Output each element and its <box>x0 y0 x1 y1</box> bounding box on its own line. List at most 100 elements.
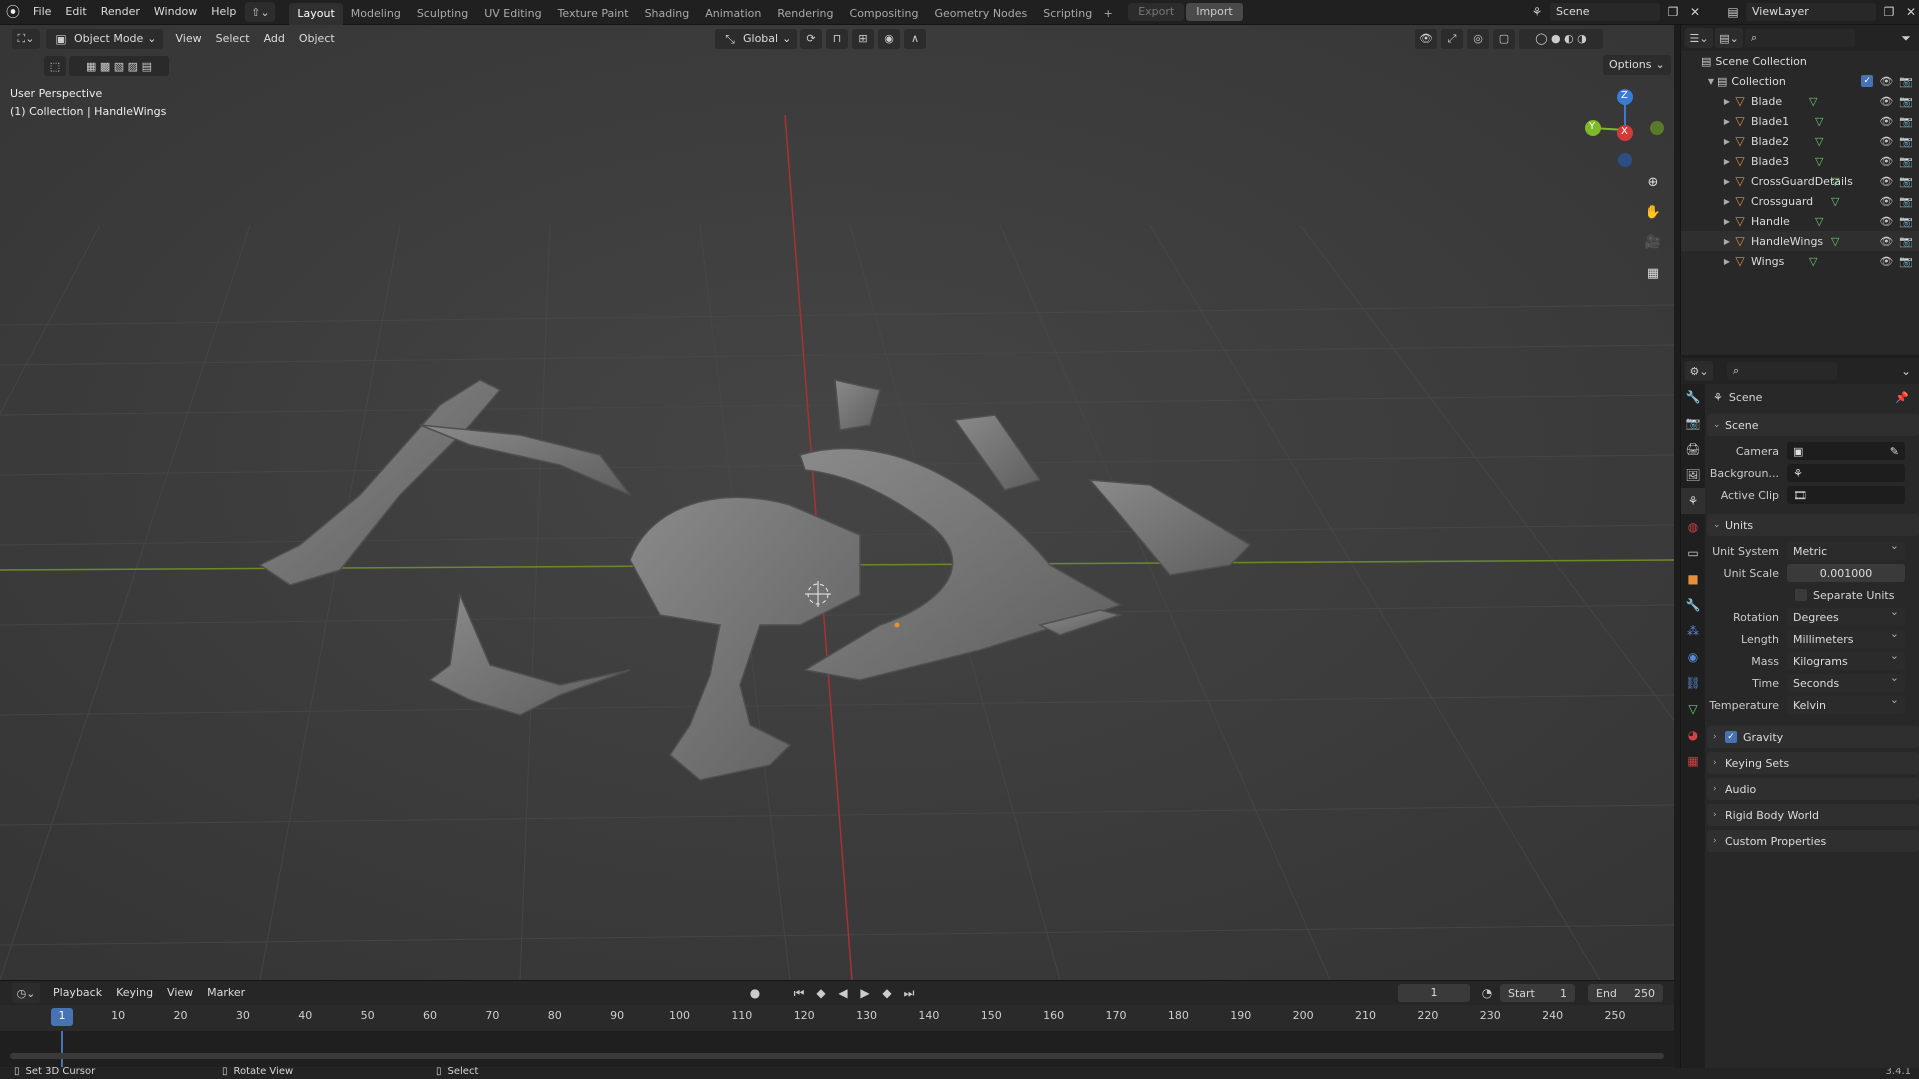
mesh-data-icon[interactable]: ▽ <box>1815 155 1823 168</box>
output-tab-icon[interactable]: 🖨 <box>1681 436 1705 462</box>
tab-modeling[interactable]: Modeling <box>343 3 409 25</box>
collection-tab-icon[interactable]: ▭ <box>1681 540 1705 566</box>
menu-select[interactable]: Select <box>209 29 257 49</box>
editor-type-icon[interactable]: ⛶⌄ <box>12 28 40 49</box>
eye-icon[interactable]: 👁 <box>1879 95 1893 108</box>
scene-panel-header[interactable]: ⌄ Scene <box>1707 414 1919 436</box>
camera-view-icon[interactable]: 🎥 <box>1641 230 1665 254</box>
timeline-track-area[interactable] <box>0 1031 1674 1067</box>
expand-triangle-icon[interactable]: ▼ <box>1705 77 1717 86</box>
snap-icon[interactable]: ⊓ <box>826 28 848 49</box>
prev-keyframe-icon[interactable]: ◆ <box>812 984 830 1002</box>
data-tab-icon[interactable]: ▽ <box>1681 696 1705 722</box>
export-button[interactable]: Export <box>1128 3 1185 21</box>
menu-window[interactable]: Window <box>147 2 204 22</box>
scene-icon[interactable]: ⚘ <box>1528 3 1546 21</box>
menu-add[interactable]: Add <box>257 29 292 49</box>
outliner-item[interactable]: ▶ ▽ Blade2 ▽ 👁 📷 <box>1681 131 1919 151</box>
new-scene-icon[interactable]: ❐ <box>1664 3 1682 21</box>
menu-marker[interactable]: Marker <box>200 983 252 1003</box>
mesh-data-icon[interactable]: ▽ <box>1831 195 1839 208</box>
end-frame-field[interactable]: End 250 <box>1588 984 1663 1002</box>
active-clip-field[interactable]: 🎞 <box>1787 486 1905 504</box>
camera-icon[interactable]: 📷 <box>1899 215 1913 228</box>
physics-tab-icon[interactable]: ◉ <box>1681 644 1705 670</box>
proportional-edit-icon[interactable]: ◉ <box>878 28 900 49</box>
play-reverse-icon[interactable]: ◀ <box>834 984 852 1002</box>
length-select[interactable]: Millimeters <box>1787 627 1905 648</box>
expand-triangle-icon[interactable]: ▶ <box>1721 177 1733 186</box>
eye-icon[interactable]: 👁 <box>1879 115 1893 128</box>
expand-triangle-icon[interactable]: ▶ <box>1721 157 1733 166</box>
expand-triangle-icon[interactable]: ▶ <box>1721 217 1733 226</box>
render-tab-icon[interactable]: 📷 <box>1681 410 1705 436</box>
eye-icon[interactable]: 👁 <box>1879 215 1893 228</box>
viewlayer-name-field[interactable]: ViewLayer <box>1746 3 1876 21</box>
outliner-collection[interactable]: ▼ ▤ Collection ✓ 👁 📷 <box>1681 71 1919 91</box>
tab-compositing[interactable]: Compositing <box>842 3 927 25</box>
menu-view[interactable]: View <box>169 29 209 49</box>
mesh-data-icon[interactable]: ▽ <box>1815 215 1823 228</box>
outliner-item[interactable]: ▶ ▽ Blade3 ▽ 👁 📷 <box>1681 151 1919 171</box>
tab-layout[interactable]: Layout <box>289 2 343 25</box>
expand-triangle-icon[interactable]: ▶ <box>1721 237 1733 246</box>
eye-icon[interactable]: 👁 <box>1879 135 1893 148</box>
eye-icon[interactable]: 👁 <box>1879 155 1893 168</box>
blender-logo-icon[interactable]: ⦿ <box>0 0 26 25</box>
properties-editor-icon[interactable]: ⚙⌄ <box>1685 361 1713 381</box>
mesh-data-icon[interactable]: ▽ <box>1815 135 1823 148</box>
custom-properties-panel-header[interactable]: › Custom Properties <box>1707 830 1919 852</box>
tab-animation[interactable]: Animation <box>697 3 769 25</box>
camera-icon[interactable]: 📷 <box>1899 95 1913 108</box>
overlay-icon[interactable]: ◎ <box>1467 28 1489 49</box>
transform-orientation-dropdown[interactable]: ⤡ Global ⌄ <box>715 28 798 49</box>
camera-icon[interactable]: 📷 <box>1899 155 1913 168</box>
outliner-item[interactable]: ▶ ▽ Wings ▽ 👁 📷 <box>1681 251 1919 271</box>
timeline-editor-icon[interactable]: ◷⌄ <box>12 983 40 1003</box>
outliner-item[interactable]: ▶ ▽ Crossguard ▽ 👁 📷 <box>1681 191 1919 211</box>
mesh-data-icon[interactable]: ▽ <box>1809 95 1817 108</box>
time-select[interactable]: Seconds <box>1787 671 1905 692</box>
camera-field[interactable]: ▣ ✎ <box>1787 442 1905 460</box>
mesh-data-icon[interactable]: ▽ <box>1815 115 1823 128</box>
camera-icon[interactable]: 📷 <box>1899 255 1913 268</box>
expand-triangle-icon[interactable]: ▶ <box>1721 117 1733 126</box>
camera-icon[interactable]: 📷 <box>1899 115 1913 128</box>
scene-name-field[interactable]: Scene <box>1550 3 1660 21</box>
separate-units-checkbox[interactable] <box>1795 589 1807 601</box>
tab-shading[interactable]: Shading <box>637 3 698 25</box>
eyedropper-icon[interactable]: ✎ <box>1890 445 1899 458</box>
clock-icon[interactable]: ◔ <box>1478 984 1496 1002</box>
jump-start-icon[interactable]: ⏮ <box>790 984 808 1002</box>
upload-icon[interactable]: ⇧⌄ <box>245 2 276 22</box>
outliner-search-input[interactable]: ⌕ <box>1745 29 1855 47</box>
camera-icon[interactable]: 📷 <box>1899 235 1913 248</box>
record-icon[interactable]: ● <box>746 984 764 1002</box>
outliner-item[interactable]: ▶ ▽ Blade ▽ 👁 📷 <box>1681 91 1919 111</box>
outliner-item[interactable]: ▶ ▽ CrossGuardDetails ▽ 👁 📷 <box>1681 171 1919 191</box>
pan-hand-icon[interactable]: ✋ <box>1641 200 1665 224</box>
eye-icon[interactable]: 👁 <box>1879 235 1893 248</box>
delete-scene-icon[interactable]: ✕ <box>1686 3 1704 21</box>
mesh-data-icon[interactable]: ▽ <box>1831 235 1839 248</box>
unit-system-select[interactable]: Metric <box>1787 539 1905 560</box>
filter-icon[interactable]: ⏷ <box>1897 29 1915 47</box>
snap-target-icon[interactable]: ⊞ <box>852 28 874 49</box>
gravity-panel-header[interactable]: › ✓ Gravity <box>1707 726 1919 748</box>
pin-icon[interactable]: 📌 <box>1895 391 1909 404</box>
texture-tab-icon[interactable]: ▦ <box>1681 748 1705 774</box>
add-workspace-icon[interactable]: + <box>1100 7 1116 20</box>
import-button[interactable]: Import <box>1186 3 1243 21</box>
expand-triangle-icon[interactable]: ▶ <box>1721 257 1733 266</box>
menu-help[interactable]: Help <box>204 2 243 22</box>
outliner-item[interactable]: ▶ ▽ HandleWings ▽ 👁 📷 <box>1681 231 1919 251</box>
scene-tab-icon[interactable]: ⚘ <box>1681 488 1705 514</box>
material-tab-icon[interactable]: ◕ <box>1681 722 1705 748</box>
world-tab-icon[interactable]: ◍ <box>1681 514 1705 540</box>
3d-viewport[interactable] <box>0 25 1674 980</box>
new-viewlayer-icon[interactable]: ❐ <box>1880 3 1898 21</box>
camera-icon[interactable]: 📷 <box>1899 75 1913 88</box>
outliner-scene-collection[interactable]: ▤ Scene Collection <box>1681 51 1919 71</box>
rigid-body-world-panel-header[interactable]: › Rigid Body World <box>1707 804 1919 826</box>
tab-scripting[interactable]: Scripting <box>1035 3 1100 25</box>
